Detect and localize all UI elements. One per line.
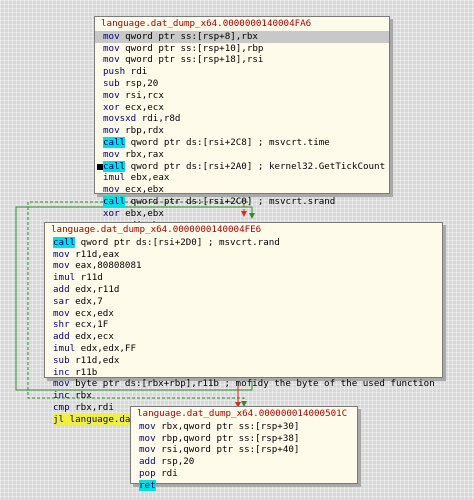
instruction-line[interactable]: call qword ptr ds:[rsi+2D0] ; msvcrt.ran…: [45, 236, 442, 249]
instruction-text: imul ebx,eax: [103, 172, 170, 184]
instruction-line[interactable]: ret: [131, 479, 357, 492]
instruction-line[interactable]: mov rbx,qword ptr ss:[rsp+30]: [131, 421, 357, 433]
instruction-line[interactable]: add rsp,20: [131, 456, 357, 468]
instruction-text: mov ecx,edx: [53, 307, 114, 319]
instruction-line[interactable]: call qword ptr ds:[rsi+2C0] ; msvcrt.sra…: [95, 195, 389, 208]
instruction-line[interactable]: xor ebx,ebx: [95, 208, 389, 220]
instruction-line[interactable]: inc rbx: [45, 390, 442, 402]
instruction-text: call qword ptr ds:[rsi+2C0] ; msvcrt.sra…: [103, 195, 336, 207]
block-title[interactable]: language.dat_dump_x64.000000014000501C: [131, 407, 357, 421]
instruction-line[interactable]: mov rsi,rcx: [95, 90, 389, 102]
instruction-text: cmp rbx,rdi: [53, 401, 114, 413]
instruction-text: pop rdi: [139, 467, 178, 479]
instruction-line[interactable]: mov rbp,rdx: [95, 125, 389, 137]
instruction-text: inc r11b: [53, 366, 98, 378]
instruction-text: mov rbx,rax: [103, 148, 164, 160]
instruction-text: movsxd rdi,r8d: [103, 113, 181, 125]
instruction-text: add edx,r11d: [53, 283, 120, 295]
instruction-text: inc rbx: [53, 390, 92, 402]
instruction-text: mov qword ptr ss:[rsp+18],rsi: [103, 54, 264, 66]
code-block-501c[interactable]: language.dat_dump_x64.000000014000501C mo…: [130, 406, 358, 491]
instruction-line[interactable]: imul r11d: [45, 272, 442, 284]
instruction-line[interactable]: mov byte ptr ds:[rbx+rbp],r11b ; mofidy …: [45, 378, 442, 390]
instruction-line[interactable]: mov qword ptr ss:[rsp+8],rbx: [95, 30, 389, 43]
instruction-text: ret: [139, 479, 156, 491]
instruction-text: add edx,ecx: [53, 331, 114, 343]
instruction-line[interactable]: xor ecx,ecx: [95, 102, 389, 114]
instruction-line[interactable]: push rdi: [95, 66, 389, 78]
instruction-line[interactable]: mov r11d,eax: [45, 249, 442, 261]
instruction-text: mov eax,80808081: [53, 260, 142, 272]
instruction-text: mov r11d,eax: [53, 248, 120, 260]
instruction-text: mov rbp,qword ptr ss:[rsp+38]: [139, 432, 300, 444]
instruction-line[interactable]: sub r11d,edx: [45, 355, 442, 367]
instruction-line[interactable]: inc r11b: [45, 367, 442, 379]
instruction-line[interactable]: pop rdi: [131, 468, 357, 480]
instruction-text: mov qword ptr ss:[rsp+8],rbx: [103, 30, 258, 42]
breakpoint-icon[interactable]: [97, 163, 103, 170]
instruction-text: sub r11d,edx: [53, 354, 120, 366]
instruction-text: mov rbx,qword ptr ss:[rsp+30]: [139, 420, 300, 432]
block-title[interactable]: language.dat_dump_x64.0000000140004FE6: [45, 223, 442, 237]
instruction-text: call qword ptr ds:[rsi+2D0] ; msvcrt.ran…: [53, 236, 280, 248]
instruction-line[interactable]: mov ecx,edx: [45, 308, 442, 320]
instruction-text: mov rsi,qword ptr ss:[rsp+40]: [139, 444, 300, 456]
instruction-text: xor ecx,ecx: [103, 101, 164, 113]
instruction-text: sar edx,7: [53, 295, 103, 307]
instruction-text: sub rsp,20: [103, 77, 159, 89]
code-block-4fa6[interactable]: language.dat_dump_x64.0000000140004FA6 mo…: [94, 16, 390, 243]
block-title[interactable]: language.dat_dump_x64.0000000140004FA6: [95, 17, 389, 31]
instruction-line[interactable]: call qword ptr ds:[rsi+2C8] ; msvcrt.tim…: [95, 136, 389, 149]
instruction-text: push rdi: [103, 66, 148, 78]
instruction-line[interactable]: call qword ptr ds:[rsi+2A0] ; kernel32.G…: [95, 160, 389, 173]
instruction-text: imul edx,edx,FF: [53, 342, 136, 354]
instruction-line[interactable]: mov rbp,qword ptr ss:[rsp+38]: [131, 433, 357, 445]
instruction-text: mov byte ptr ds:[rbx+rbp],r11b ; mofidy …: [53, 378, 435, 390]
instruction-line[interactable]: mov eax,80808081: [45, 260, 442, 272]
instruction-line[interactable]: mov ecx,ebx: [95, 184, 389, 196]
instruction-text: mov qword ptr ss:[rsp+10],rbp: [103, 42, 264, 54]
instruction-line[interactable]: movsxd rdi,r8d: [95, 113, 389, 125]
instruction-text: call qword ptr ds:[rsi+2A0] ; kernel32.G…: [103, 160, 386, 172]
instruction-text: imul r11d: [53, 272, 103, 284]
instruction-line[interactable]: add edx,r11d: [45, 284, 442, 296]
instruction-line[interactable]: shr ecx,1F: [45, 319, 442, 331]
instruction-text: mov rbp,rdx: [103, 125, 164, 137]
instruction-text: add rsp,20: [139, 456, 195, 468]
instruction-line[interactable]: add edx,ecx: [45, 331, 442, 343]
instruction-line[interactable]: mov qword ptr ss:[rsp+10],rbp: [95, 43, 389, 55]
instruction-text: mov ecx,ebx: [103, 184, 164, 196]
code-block-4fe6[interactable]: language.dat_dump_x64.0000000140004FE6 ca…: [44, 222, 443, 425]
instruction-line[interactable]: mov qword ptr ss:[rsp+18],rsi: [95, 54, 389, 66]
instruction-text: call qword ptr ds:[rsi+2C8] ; msvcrt.tim…: [103, 136, 330, 148]
instruction-line[interactable]: sar edx,7: [45, 296, 442, 308]
instruction-text: shr ecx,1F: [53, 319, 109, 331]
instruction-line[interactable]: imul ebx,eax: [95, 172, 389, 184]
instruction-text: mov rsi,rcx: [103, 89, 164, 101]
instruction-line[interactable]: mov rbx,rax: [95, 149, 389, 161]
instruction-line[interactable]: sub rsp,20: [95, 78, 389, 90]
instruction-line[interactable]: imul edx,edx,FF: [45, 343, 442, 355]
instruction-line[interactable]: mov rsi,qword ptr ss:[rsp+40]: [131, 444, 357, 456]
instruction-text: xor ebx,ebx: [103, 207, 164, 219]
